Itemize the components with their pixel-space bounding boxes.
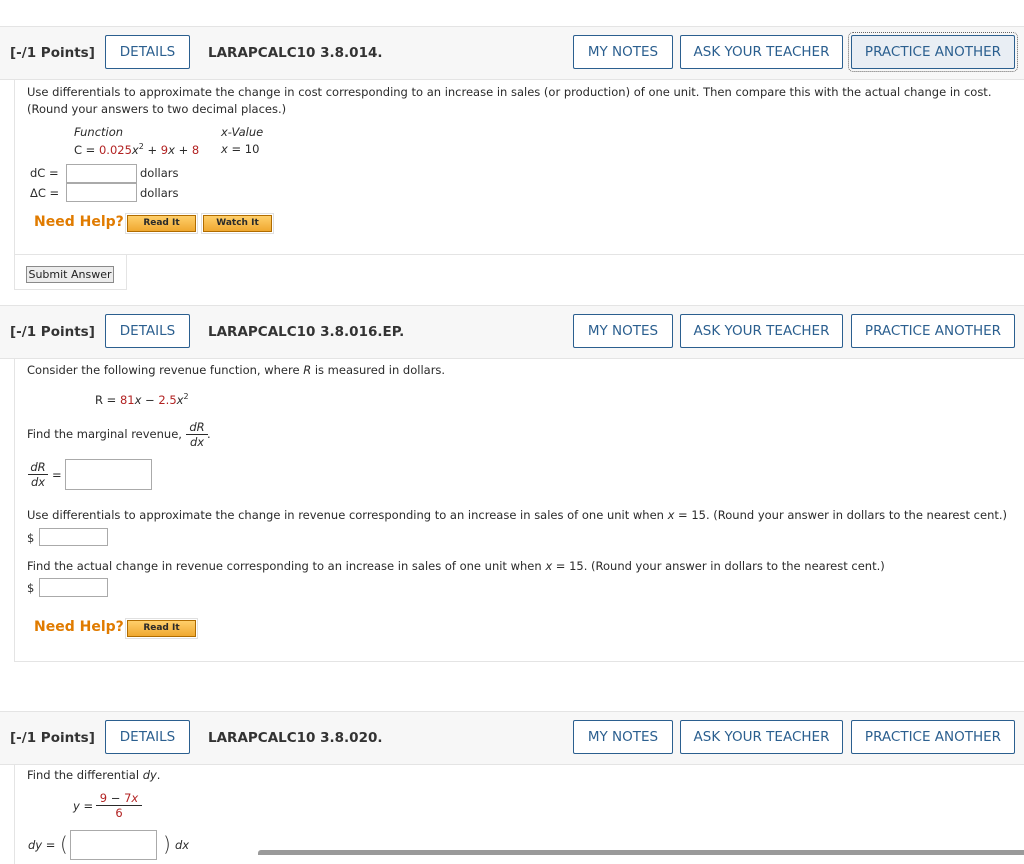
horizontal-scrollbar[interactable]	[258, 850, 1024, 855]
question-code: LARAPCALC10 3.8.020.	[208, 730, 383, 746]
submit-answer-button[interactable]: Submit Answer	[26, 266, 114, 283]
question-header-1: [-/1 Points] DETAILS LARAPCALC10 3.8.014…	[0, 26, 1024, 80]
question-code: LARAPCALC10 3.8.016.EP.	[208, 324, 405, 340]
watch-it-button[interactable]: Watch It	[201, 213, 274, 234]
question-code: LARAPCALC10 3.8.014.	[208, 45, 383, 61]
my-notes-button[interactable]: MY NOTES	[573, 35, 673, 69]
read-it-button[interactable]: Read It	[125, 213, 198, 234]
function-column-header: Function	[74, 125, 124, 139]
marginal-revenue-prompt: Find the marginal revenue,	[27, 427, 182, 441]
practice-another-button[interactable]: PRACTICE ANOTHER	[851, 314, 1015, 348]
need-help-label: Need Help?	[34, 619, 124, 635]
y-label: y =	[73, 799, 94, 813]
close-paren: )	[163, 832, 171, 856]
revenue-function: R = 81x − 2.5x2	[95, 392, 189, 407]
dr-dx-label: dR dx	[28, 460, 48, 489]
details-button[interactable]: DETAILS	[105, 35, 190, 69]
ask-your-teacher-button[interactable]: ASK YOUR TEACHER	[680, 314, 843, 348]
divider	[14, 254, 1024, 255]
question-header-3: [-/1 Points] DETAILS LARAPCALC10 3.8.020…	[0, 711, 1024, 765]
points-label: [-/1 Points]	[10, 45, 95, 61]
equals-sign: =	[52, 468, 62, 482]
ask-your-teacher-button[interactable]: ASK YOUR TEACHER	[680, 720, 843, 754]
points-label: [-/1 Points]	[10, 324, 95, 340]
delta-c-label: ΔC =	[30, 186, 60, 200]
read-it-button[interactable]: Read It	[125, 618, 198, 639]
divider	[126, 254, 127, 290]
differential-prompt: Use differentials to approximate the cha…	[27, 508, 1008, 522]
dollar-sign: $	[27, 531, 35, 545]
delta-c-input[interactable]	[66, 183, 137, 202]
need-help-label: Need Help?	[34, 214, 124, 230]
x-value-column-header: x-Value	[221, 125, 264, 139]
practice-another-button[interactable]: PRACTICE ANOTHER	[848, 32, 1018, 72]
marginal-revenue-input[interactable]	[65, 459, 152, 490]
approx-change-input[interactable]	[39, 528, 108, 546]
delta-c-unit: dollars	[140, 186, 179, 200]
dr-dx-fraction: dR dx	[186, 420, 208, 449]
dy-input[interactable]	[70, 830, 157, 860]
my-notes-button[interactable]: MY NOTES	[573, 720, 673, 754]
x-value: x = 10	[221, 142, 260, 156]
dollar-sign: $	[27, 581, 35, 595]
ask-your-teacher-button[interactable]: ASK YOUR TEACHER	[680, 35, 843, 69]
actual-change-input[interactable]	[39, 578, 108, 597]
question-prompt: Consider the following revenue function,…	[27, 363, 446, 377]
details-button[interactable]: DETAILS	[105, 720, 190, 754]
points-label: [-/1 Points]	[10, 730, 95, 746]
my-notes-button[interactable]: MY NOTES	[573, 314, 673, 348]
dx-label: dx	[175, 838, 190, 852]
question-prompt: Find the differential dy.	[27, 768, 161, 782]
divider	[14, 289, 127, 290]
practice-another-button[interactable]: PRACTICE ANOTHER	[851, 720, 1015, 754]
dc-label: dC =	[30, 166, 59, 180]
dc-input[interactable]	[66, 164, 137, 183]
dy-label: dy =	[28, 838, 56, 852]
dc-unit: dollars	[140, 166, 179, 180]
y-fraction: 9 − 7x 6	[96, 791, 142, 820]
cost-function: C = 0.025x2 + 9x + 8	[74, 142, 200, 157]
period: .	[207, 427, 211, 441]
actual-change-prompt: Find the actual change in revenue corres…	[27, 559, 885, 573]
question-prompt-rounding: (Round your answers to two decimal place…	[27, 102, 287, 116]
open-paren: (	[60, 832, 68, 856]
details-button[interactable]: DETAILS	[105, 314, 190, 348]
question-prompt: Use differentials to approximate the cha…	[27, 85, 992, 99]
question-header-2: [-/1 Points] DETAILS LARAPCALC10 3.8.016…	[0, 305, 1024, 359]
